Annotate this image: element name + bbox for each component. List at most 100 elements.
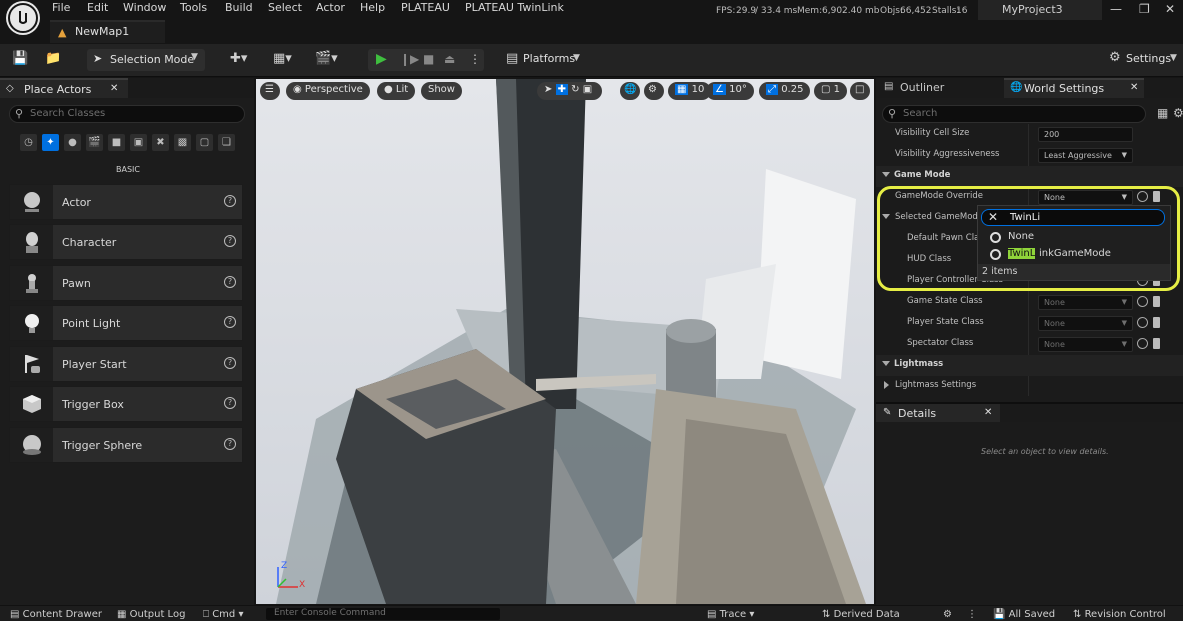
search-classes-input[interactable]: ⚲ Search Classes — [9, 105, 245, 123]
select-tool-icon[interactable]: ➤ — [544, 84, 552, 95]
menu-tools[interactable]: Tools — [180, 1, 207, 14]
actor-item-character[interactable]: Character ? — [9, 224, 243, 260]
help-icon[interactable]: ? — [224, 438, 236, 450]
lights-category-icon[interactable]: ● — [64, 134, 81, 151]
cmd-dropdown[interactable]: ⎕ Cmd ▾ — [203, 609, 243, 620]
translate-tool-icon[interactable]: ✚ — [555, 84, 568, 95]
play-icon[interactable]: ▶ — [376, 51, 387, 67]
maximize-icon[interactable]: ❐ — [1139, 2, 1150, 16]
all-saved-status[interactable]: 💾 All Saved — [993, 609, 1055, 620]
world-settings-search-input[interactable]: ⚲ Search — [882, 105, 1146, 123]
close-tab-icon[interactable]: ✕ — [110, 83, 118, 94]
visibility-aggressiveness-dropdown[interactable]: Least Aggressive ▼ — [1038, 148, 1133, 163]
other-category-icon[interactable]: ❏ — [218, 134, 235, 151]
player-state-class-dropdown[interactable]: None ▼ — [1038, 316, 1133, 331]
volumes-category-icon[interactable]: ✖ — [152, 134, 169, 151]
lightmass-settings-row[interactable]: Lightmass Settings — [876, 376, 1183, 397]
all-classes-category-icon[interactable]: ▩ — [174, 134, 191, 151]
unreal-logo-icon[interactable] — [8, 3, 38, 33]
cinematic-category-icon[interactable]: 🎬 — [86, 134, 103, 151]
menu-file[interactable]: File — [52, 1, 70, 14]
platforms-button[interactable]: Platforms — [523, 52, 575, 65]
grid-snap-button[interactable]: ▦ 10 — [668, 82, 712, 100]
visual-effects-category-icon[interactable]: ■ — [108, 134, 125, 151]
spectator-class-dropdown[interactable]: None ▼ — [1038, 337, 1133, 352]
actor-item-point-light[interactable]: Point Light ? — [9, 305, 243, 341]
rotate-tool-icon[interactable]: ↻ — [571, 84, 579, 95]
stop-icon[interactable]: ■ — [423, 52, 434, 66]
maximize-viewport-button[interactable]: □ — [850, 82, 870, 100]
browse-icon[interactable]: 📁 — [45, 51, 61, 66]
add-content-icon[interactable]: ✚▾ — [230, 51, 247, 66]
browse-asset-icon[interactable] — [1153, 338, 1160, 349]
blueprint-icon[interactable]: ▦▾ — [273, 51, 292, 66]
more-icon[interactable]: ⋮ — [967, 609, 977, 620]
use-selected-icon[interactable] — [1137, 296, 1148, 307]
scale-snap-button[interactable]: ⤢ 0.25 — [759, 82, 811, 100]
more-options-icon[interactable]: ⋮ — [469, 52, 481, 66]
eject-icon[interactable]: ⏏ — [444, 52, 455, 66]
menu-window[interactable]: Window — [123, 1, 166, 14]
visibility-cell-size-field[interactable]: 200 — [1038, 127, 1133, 142]
menu-edit[interactable]: Edit — [87, 1, 108, 14]
actor-item-actor[interactable]: Actor ? — [9, 184, 243, 220]
recent-category-icon[interactable]: ◷ — [20, 134, 37, 151]
menu-plateau[interactable]: PLATEAU — [401, 1, 450, 14]
close-tab-icon[interactable]: ✕ — [1130, 82, 1138, 93]
basic-category-icon[interactable]: ✦ — [42, 134, 59, 151]
source-control-icon[interactable]: ⚙ — [943, 609, 952, 620]
browse-asset-icon[interactable] — [1153, 317, 1160, 328]
use-selected-icon[interactable] — [1137, 338, 1148, 349]
lit-button[interactable]: ● Lit — [377, 82, 416, 100]
minimize-icon[interactable]: — — [1110, 2, 1122, 16]
surface-snapping-toggle[interactable]: ⚙ — [644, 82, 664, 100]
perspective-button[interactable]: ◉ Perspective — [286, 82, 370, 100]
level-viewport[interactable]: ☰ ◉ Perspective ● Lit Show ➤ ✚ ↻ ▣ 🌐 ⚙ ▦… — [256, 79, 874, 604]
actor-item-trigger-box[interactable]: Trigger Box ? — [9, 386, 243, 422]
scale-tool-icon[interactable]: ▣ — [583, 84, 592, 95]
rotation-snap-button[interactable]: ∠ 10° — [706, 82, 754, 100]
trace-button[interactable]: ▤ Trace ▾ — [707, 609, 754, 620]
settings-icon[interactable]: ⚙ — [1173, 106, 1183, 120]
menu-plateau-twinlink[interactable]: PLATEAU TwinLink — [465, 1, 564, 14]
actor-item-trigger-sphere[interactable]: Trigger Sphere ? — [9, 427, 243, 463]
game-state-class-dropdown[interactable]: None ▼ — [1038, 295, 1133, 310]
cinematics-icon[interactable]: 🎬▾ — [315, 51, 338, 66]
menu-help[interactable]: Help — [360, 1, 385, 14]
world-local-toggle[interactable]: 🌐 — [620, 82, 640, 100]
derived-data-button[interactable]: ⇅ Derived Data — [822, 609, 900, 620]
geometry-category-icon[interactable]: ▣ — [130, 134, 147, 151]
project-tab[interactable]: MyProject3 — [978, 0, 1102, 20]
help-icon[interactable]: ? — [224, 235, 236, 247]
actor-item-pawn[interactable]: Pawn ? — [9, 265, 243, 301]
output-log-button[interactable]: ▦ Output Log — [117, 609, 185, 620]
revision-control-button[interactable]: ⇅ Revision Control — [1073, 609, 1166, 620]
show-button[interactable]: Show — [421, 82, 462, 100]
save-icon[interactable]: 💾 — [12, 51, 28, 66]
tab-world-settings[interactable]: 🌐 World Settings ✕ — [1004, 78, 1144, 98]
shapes-category-icon[interactable]: ▢ — [196, 134, 213, 151]
help-icon[interactable]: ? — [224, 397, 236, 409]
menu-select[interactable]: Select — [268, 1, 302, 14]
menu-actor[interactable]: Actor — [316, 1, 345, 14]
browse-asset-icon[interactable] — [1153, 296, 1160, 307]
step-icon[interactable]: ❙▶ — [400, 52, 419, 66]
map-tab[interactable]: ▲ NewMap1 — [50, 20, 165, 43]
place-actors-tab[interactable]: ◇ Place Actors ✕ — [0, 78, 128, 98]
game-mode-section-header[interactable]: Game Mode — [876, 166, 1183, 187]
help-icon[interactable]: ? — [224, 195, 236, 207]
actor-item-player-start[interactable]: Player Start ? — [9, 346, 243, 382]
use-selected-icon[interactable] — [1137, 317, 1148, 328]
viewport-menu-button[interactable]: ☰ — [260, 82, 280, 100]
help-icon[interactable]: ? — [224, 316, 236, 328]
close-window-icon[interactable]: ✕ — [1165, 2, 1175, 16]
close-tab-icon[interactable]: ✕ — [984, 407, 992, 418]
help-icon[interactable]: ? — [224, 357, 236, 369]
camera-speed-button[interactable]: ▢ 1 — [814, 82, 848, 100]
tab-outliner[interactable]: ▤ Outliner — [876, 78, 1002, 98]
view-options-icon[interactable]: ▦ — [1157, 106, 1168, 120]
help-icon[interactable]: ? — [224, 276, 236, 288]
lightmass-section-header[interactable]: Lightmass — [876, 355, 1183, 376]
tab-details[interactable]: ✎ Details ✕ — [876, 404, 1000, 422]
content-drawer-button[interactable]: ▤ Content Drawer — [10, 609, 102, 620]
